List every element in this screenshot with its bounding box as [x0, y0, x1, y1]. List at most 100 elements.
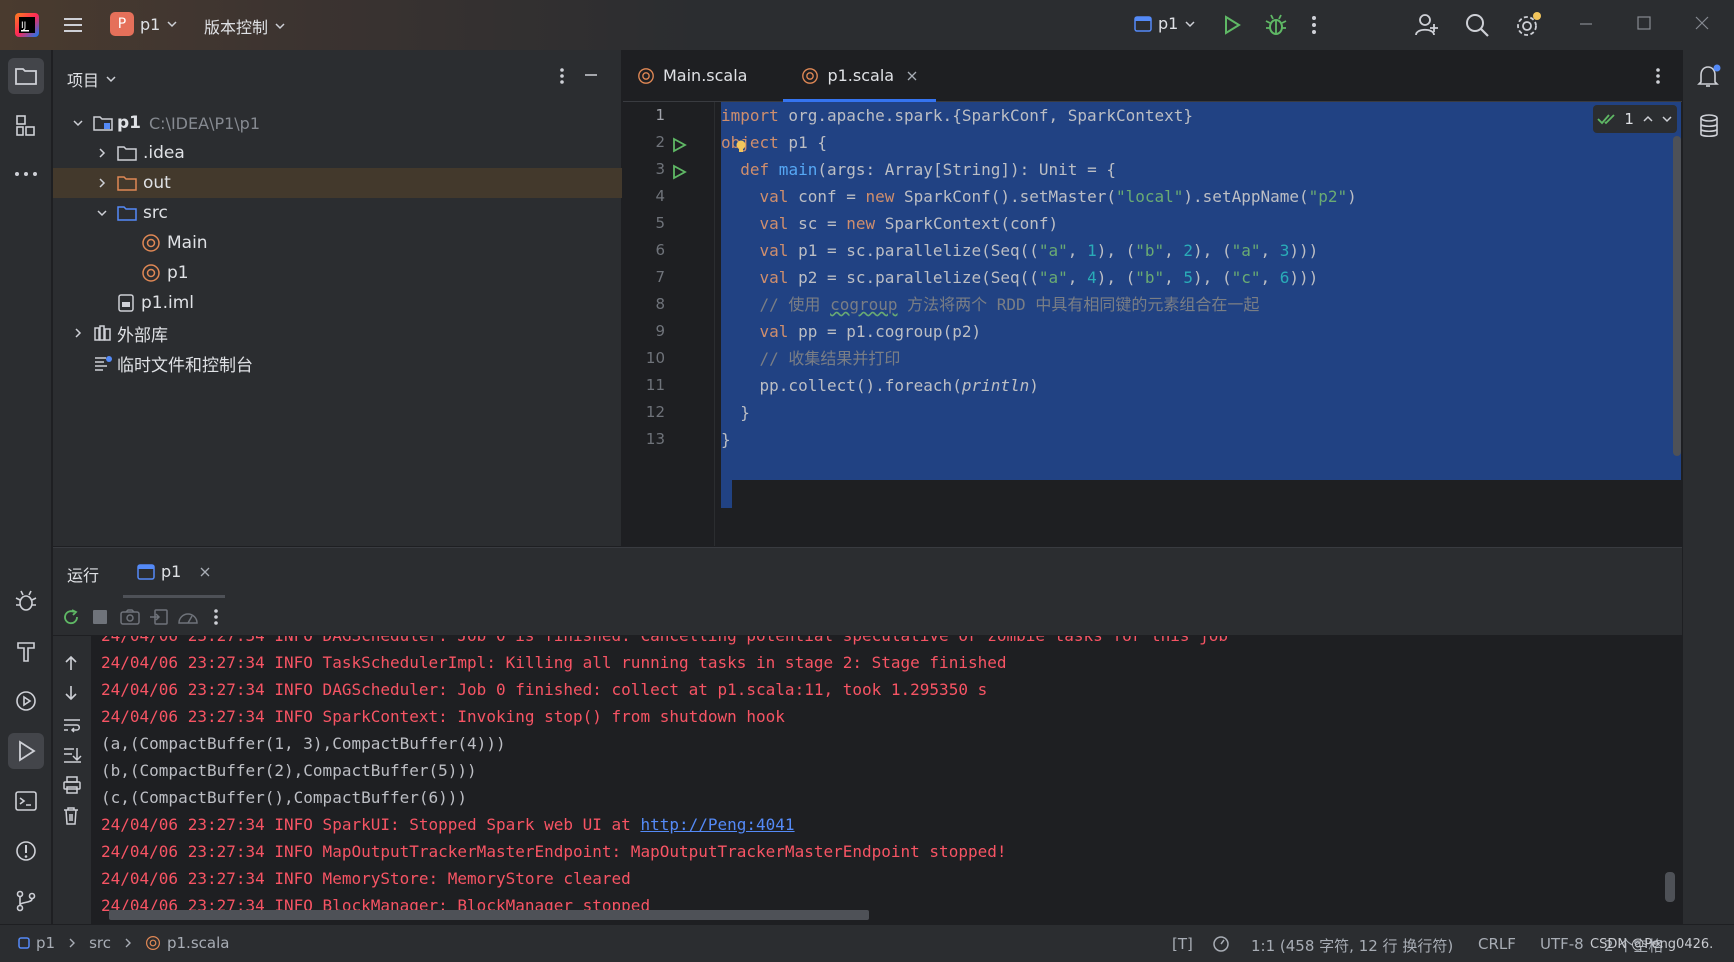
breadcrumb-item[interactable]: p1 — [36, 934, 55, 952]
project-view-selector[interactable]: 项目 — [67, 67, 117, 91]
rerun-icon[interactable] — [61, 607, 81, 627]
chevron-right-icon[interactable] — [93, 147, 111, 159]
run-config-name: p1 — [1158, 14, 1179, 33]
console-vertical-scrollbar[interactable] — [1665, 872, 1675, 902]
settings-gear-icon[interactable] — [1514, 11, 1542, 39]
tree-item-scratches[interactable]: 临时文件和控制台 — [53, 348, 622, 378]
chevron-down-icon[interactable] — [69, 117, 87, 129]
project-switcher[interactable]: P p1 — [110, 12, 178, 36]
cursor-position[interactable]: 1:1 (458 字符, 12 行 换行符) — [1251, 935, 1453, 956]
breadcrumb-item[interactable]: src — [89, 934, 111, 952]
chevron-down-icon[interactable] — [93, 207, 111, 219]
code-token: ) — [1029, 376, 1039, 395]
git-tool-button[interactable] — [8, 883, 44, 919]
chevron-up-icon[interactable] — [1642, 113, 1654, 125]
notifications-button[interactable] — [1691, 58, 1727, 94]
run-config-selector[interactable]: p1 — [1134, 14, 1196, 33]
tab-p1-scala[interactable]: p1.scala — [783, 50, 936, 102]
tree-item-out[interactable]: out — [53, 168, 622, 198]
code-area[interactable]: import org.apache.spark.{SparkConf, Spar… — [715, 102, 1682, 546]
code-token: (args: Array[String]): Unit = { — [817, 160, 1116, 179]
build-tool-button[interactable] — [8, 633, 44, 669]
line-separator[interactable]: CRLF — [1478, 935, 1516, 953]
tab-main-scala[interactable]: Main.scala — [623, 50, 765, 101]
add-user-icon[interactable] — [1414, 12, 1440, 38]
chevron-down-icon[interactable] — [1661, 113, 1673, 125]
spark-ui-link[interactable]: http://Peng:4041 — [640, 815, 794, 834]
close-tab-icon[interactable] — [199, 566, 211, 578]
breadcrumb-item[interactable]: p1.scala — [167, 934, 229, 952]
run-icon — [14, 739, 38, 763]
project-options-icon[interactable] — [558, 66, 566, 86]
tree-item-p1-object[interactable]: p1 — [53, 258, 622, 288]
code-editor: Main.scala p1.scala 1 2 3 4 5 6 7 8 9 10… — [623, 50, 1682, 546]
tree-item-label: Main — [167, 233, 208, 253]
arrow-up-icon[interactable] — [62, 654, 80, 672]
minimize-window-icon[interactable] — [1578, 14, 1594, 34]
editor-options-icon[interactable] — [1654, 66, 1662, 86]
intellij-logo-icon[interactable]: IJ — [14, 12, 40, 38]
camera-icon[interactable] — [119, 608, 141, 626]
code-token: "b" — [1135, 241, 1165, 260]
close-window-icon[interactable] — [1694, 15, 1710, 31]
code-token: pp = p1.cogroup(p2) — [788, 322, 982, 341]
print-icon[interactable] — [62, 776, 82, 794]
services-tool-button[interactable] — [8, 683, 44, 719]
vcs-menu[interactable]: 版本控制 — [204, 14, 286, 38]
power-save-icon[interactable] — [1212, 935, 1230, 953]
run-gutter-icon[interactable] — [671, 137, 687, 153]
search-icon[interactable] — [1464, 12, 1490, 38]
main-menu-icon[interactable] — [62, 14, 84, 36]
more-actions-icon[interactable] — [212, 607, 220, 627]
console-line: (a,(CompactBuffer(1, 3),CompactBuffer(4)… — [101, 734, 506, 753]
inspection-widget[interactable]: 1 — [1593, 105, 1677, 133]
run-tab-p1[interactable]: p1 — [123, 548, 226, 598]
soft-wrap-icon[interactable] — [62, 716, 82, 734]
more-tools-button[interactable] — [8, 156, 44, 192]
maximize-window-icon[interactable] — [1636, 15, 1652, 31]
structure-icon — [14, 114, 38, 138]
code-line-5: val sc = new SparkContext(conf) — [721, 210, 1059, 238]
chevron-right-icon[interactable] — [93, 177, 111, 189]
debug-tool-button[interactable] — [8, 583, 44, 619]
console-output[interactable]: 24/04/06 23:27:34 INFO DAGScheduler: Job… — [91, 636, 1682, 925]
run-button[interactable] — [1222, 14, 1242, 36]
trash-icon[interactable] — [62, 806, 80, 826]
structure-tool-button[interactable] — [8, 108, 44, 144]
console-line: 24/04/06 23:27:34 INFO DAGScheduler: Job… — [101, 636, 1228, 649]
run-tool-button[interactable] — [8, 733, 44, 769]
code-token: 2 — [1183, 241, 1194, 260]
tree-item-p1-root[interactable]: p1 C:\IDEA\P1\p1 — [53, 108, 622, 138]
line-number: 12 — [645, 403, 665, 421]
project-tool-button[interactable] — [8, 58, 44, 94]
profiler-icon[interactable] — [177, 608, 199, 626]
code-token: val — [759, 214, 789, 233]
status-tag[interactable]: [T] — [1172, 935, 1193, 953]
arrow-down-icon[interactable] — [62, 684, 80, 702]
code-token: "b" — [1135, 268, 1165, 287]
editor-scrollbar[interactable] — [1673, 136, 1681, 456]
line-number: 1 — [655, 106, 665, 124]
console-horizontal-scrollbar[interactable] — [109, 910, 869, 920]
terminal-tool-button[interactable] — [8, 783, 44, 819]
tree-item-external-libraries[interactable]: 外部库 — [53, 318, 622, 348]
chevron-right-icon[interactable] — [69, 327, 87, 339]
run-gutter-icon[interactable] — [671, 164, 687, 180]
more-actions-icon[interactable] — [1310, 14, 1318, 36]
tree-item-main[interactable]: Main — [53, 228, 622, 258]
debug-bug-icon[interactable] — [1265, 13, 1287, 37]
code-line-12: } — [721, 399, 750, 427]
close-tab-icon[interactable] — [906, 70, 918, 82]
import-icon[interactable] — [149, 608, 169, 626]
file-encoding[interactable]: UTF-8 — [1540, 935, 1584, 953]
scroll-to-end-icon[interactable] — [62, 746, 82, 764]
lightbulb-icon[interactable] — [735, 140, 747, 154]
stop-icon[interactable] — [91, 608, 109, 626]
problems-tool-button[interactable] — [8, 833, 44, 869]
tree-item-src[interactable]: src — [53, 198, 622, 228]
title-bar: IJ P p1 版本控制 p1 — [0, 0, 1734, 50]
tree-item-p1-iml[interactable]: p1.iml — [53, 288, 622, 318]
tree-item-idea[interactable]: .idea — [53, 138, 622, 168]
hide-panel-icon[interactable] — [583, 67, 599, 83]
database-button[interactable] — [1691, 108, 1727, 144]
